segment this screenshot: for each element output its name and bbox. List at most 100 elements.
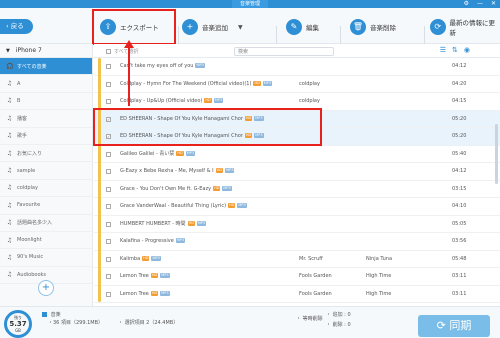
back-button[interactable]: ‹ 戻る xyxy=(0,19,33,34)
table-row[interactable]: Lemon Tree HD MP3 Fools Garden High Time 03:1… xyxy=(94,268,500,286)
music-label: 音楽 xyxy=(50,312,61,318)
back-label: 戻る xyxy=(10,22,24,30)
table-row[interactable]: Galileo Galilei - 青い栞 HD MP3 05:40 xyxy=(94,146,500,163)
table-row[interactable]: Kalafina - Progressive MP3 03:56 xyxy=(94,233,500,251)
song-title-text: HUMBERT HUMBERT - 時間 xyxy=(120,220,186,227)
row-checkbox[interactable] xyxy=(106,169,111,174)
add-playlist-button[interactable]: + xyxy=(38,280,54,296)
format-badge: MP3 xyxy=(195,63,205,68)
select-all-checkbox[interactable] xyxy=(106,49,111,54)
table-row[interactable]: Grace - You Don't Own Me ft. G-Eazy HD MP3… xyxy=(94,181,500,198)
song-title: Galileo Galilei - 青い栞 HD MP3 xyxy=(120,146,196,163)
song-title: Coldplay - Hymn For The Weekend (Officia… xyxy=(120,76,273,93)
toolbar: ‹ 戻る ⇪ エクスポート + 音楽追加 ▼ ✎ 編集 🗑 音楽削除 ⟳ 最新の… xyxy=(0,8,500,44)
table-row[interactable]: Grace VanderWaal - Beautiful Thing (Lyri… xyxy=(94,198,500,216)
format-badge: MP3 xyxy=(224,168,235,173)
sidebar-item[interactable]: ♫ B xyxy=(0,93,92,111)
format-badge: MP3 xyxy=(151,255,161,261)
row-checkbox[interactable] xyxy=(106,274,111,279)
song-title: Grace VanderWaal - Beautiful Thing (Lyri… xyxy=(120,198,247,215)
sidebar-item[interactable]: ♫ お気に入り xyxy=(0,145,92,163)
delete-music-label: 音楽削除 xyxy=(370,24,396,32)
sidebar-item[interactable]: ♫ Favourite xyxy=(0,197,92,215)
sidebar-item[interactable]: ♫ Moonlight xyxy=(0,232,92,250)
row-checkbox[interactable] xyxy=(106,291,111,297)
format-badge: HD xyxy=(150,273,159,278)
caret-down-icon: ▼ xyxy=(6,48,10,54)
sidebar-item[interactable]: ♫ 90's Music xyxy=(0,249,92,267)
row-checkbox[interactable] xyxy=(106,81,111,87)
edit-label: 編集 xyxy=(306,24,319,32)
sync-icon: ⟳ xyxy=(436,319,446,332)
row-checkbox[interactable] xyxy=(106,151,111,157)
row-checkbox[interactable] xyxy=(106,221,111,227)
sort-icon[interactable]: ⇅ xyxy=(452,46,458,54)
add-count: ・ 追加 : 0 xyxy=(326,312,351,318)
delete-music-button[interactable]: 🗑 音楽削除 xyxy=(350,18,396,36)
sidebar-item[interactable]: ♫ coldplay xyxy=(0,180,92,198)
row-checkbox[interactable] xyxy=(106,204,111,209)
sidebar-item-label: 話題曲名多少入 xyxy=(17,220,53,227)
song-duration: 04:15 xyxy=(452,98,467,104)
song-duration: 03:56 xyxy=(452,238,467,244)
row-checkbox[interactable] xyxy=(106,64,111,69)
sidebar-item[interactable]: 🎧 すべての音楽 xyxy=(0,58,92,76)
sidebar-item-label: B xyxy=(17,97,21,104)
delete-count: ・ 削除 : 0 xyxy=(326,322,351,328)
sidebar-item[interactable]: ♫ A xyxy=(0,75,92,93)
format-badge: MP3 xyxy=(237,203,247,208)
refresh-button[interactable]: ⟳ 最新の情報に更新 xyxy=(430,18,500,37)
playlist-icon: ♫ xyxy=(6,149,13,157)
list-view-icon[interactable]: ☰ xyxy=(440,46,446,54)
table-row[interactable]: Coldplay - Hymn For The Weekend (Officia… xyxy=(94,76,500,93)
song-artist: Fools Garden xyxy=(299,290,332,297)
settings-icon[interactable]: ⚙ xyxy=(464,0,469,8)
storage-unit: GB xyxy=(15,328,21,333)
row-checkbox[interactable] xyxy=(106,239,111,244)
sidebar-item-label: お気に入り xyxy=(17,150,43,157)
sidebar-item[interactable]: ♫ sample xyxy=(0,162,92,180)
row-checkbox[interactable] xyxy=(106,256,111,262)
song-title: Grace - You Don't Own Me ft. G-Eazy HD MP3 xyxy=(120,181,232,198)
table-row[interactable]: HUMBERT HUMBERT - 時間 HD MP3 05:05 xyxy=(94,216,500,233)
filter-icon[interactable]: ◉ xyxy=(464,46,470,54)
song-duration: 05:05 xyxy=(452,220,467,227)
add-music-button[interactable]: + 音楽追加 ▼ xyxy=(182,18,243,36)
alphabet-index-bar[interactable] xyxy=(98,58,101,302)
song-duration: 05:20 xyxy=(452,115,467,122)
music-count: ・36 項目（299.1MB） xyxy=(48,320,104,326)
song-album: High Time xyxy=(366,273,392,279)
table-row[interactable]: G-Eazy x Bebe Rexha - Me, Myself & I HD MP… xyxy=(94,163,500,181)
device-selector[interactable]: ▼ iPhone 7 xyxy=(0,44,92,58)
close-icon[interactable]: ✕ xyxy=(491,0,496,8)
search-input[interactable]: 検索 xyxy=(234,47,334,56)
playlist-icon: ♫ xyxy=(6,184,13,192)
song-duration: 03:11 xyxy=(452,273,467,279)
sidebar-item-label: A xyxy=(17,80,21,87)
row-checkbox[interactable] xyxy=(106,99,111,104)
table-row[interactable]: Can't take my eyes off of you MP3 04:12 xyxy=(94,58,500,76)
table-row[interactable]: Kalimba HD MP3 Mr. Scruff Ninja Tuna 05:48 xyxy=(94,251,500,268)
format-badge: MP3 xyxy=(262,80,273,86)
song-duration: 05:40 xyxy=(452,150,467,157)
format-badge: HD xyxy=(142,255,150,261)
select-all[interactable]: すべて選択 xyxy=(106,48,138,55)
table-row[interactable]: Lemon Tree HD MP3 Fools Garden High Time 03:1… xyxy=(94,286,500,303)
sidebar-item[interactable]: ♫ 話題曲名多少入 xyxy=(0,215,92,232)
chevron-down-icon[interactable]: ▼ xyxy=(238,24,243,31)
minimize-icon[interactable]: — xyxy=(477,0,483,8)
trash-icon: 🗑 xyxy=(350,19,366,35)
row-checkbox[interactable] xyxy=(106,186,111,192)
title-bar: 音楽管理 ⚙ — ✕ xyxy=(0,0,500,8)
scrollbar[interactable] xyxy=(495,124,498,184)
sidebar-item[interactable]: ♫ 播客 xyxy=(0,110,92,128)
annotation-arrow-head xyxy=(124,40,134,48)
format-badge: HD xyxy=(253,80,261,86)
sidebar-item[interactable]: ♫ 歌手 xyxy=(0,128,92,145)
add-music-label: 音楽追加 xyxy=(202,24,228,32)
format-badge: MP3 xyxy=(175,238,186,243)
song-title: Lemon Tree HD MP3 xyxy=(120,268,170,285)
edit-button[interactable]: ✎ 編集 xyxy=(286,18,319,36)
selected-rows-highlight-box xyxy=(93,108,322,146)
sync-button[interactable]: ⟳ 同期 xyxy=(418,315,490,337)
